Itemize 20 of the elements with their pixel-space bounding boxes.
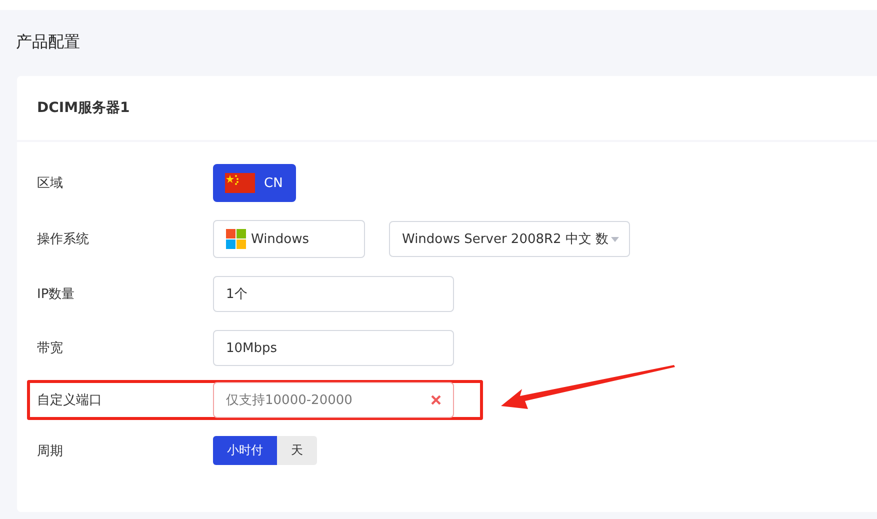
field-label: 区域 (37, 175, 64, 192)
caret-icon (611, 236, 619, 242)
period-option[interactable]: 天 (277, 436, 317, 465)
period-option[interactable]: 小时付 (213, 436, 277, 465)
field-label: 带宽 (37, 340, 64, 357)
os-button[interactable]: Windows (213, 220, 365, 258)
field-label: 自定义端口 (37, 392, 103, 409)
version-select[interactable]: Windows Server 2008R2 中文 数 (389, 221, 630, 257)
card-title: DCIM服务器1 (37, 99, 130, 117)
flag-icon (225, 173, 255, 193)
error-icon (431, 395, 441, 405)
windows-logo-icon (226, 229, 246, 249)
field-label: IP数量 (37, 286, 76, 303)
field-label: 操作系统 (37, 231, 90, 248)
section-title: 产品配置 (16, 32, 81, 53)
input-field[interactable]: 10Mbps (213, 330, 454, 366)
input-field[interactable]: 1个 (213, 276, 454, 312)
input-field[interactable]: 仅支持10000-20000 (213, 382, 454, 418)
region-button[interactable]: CN (213, 164, 296, 202)
field-label: 周期 (37, 442, 64, 460)
